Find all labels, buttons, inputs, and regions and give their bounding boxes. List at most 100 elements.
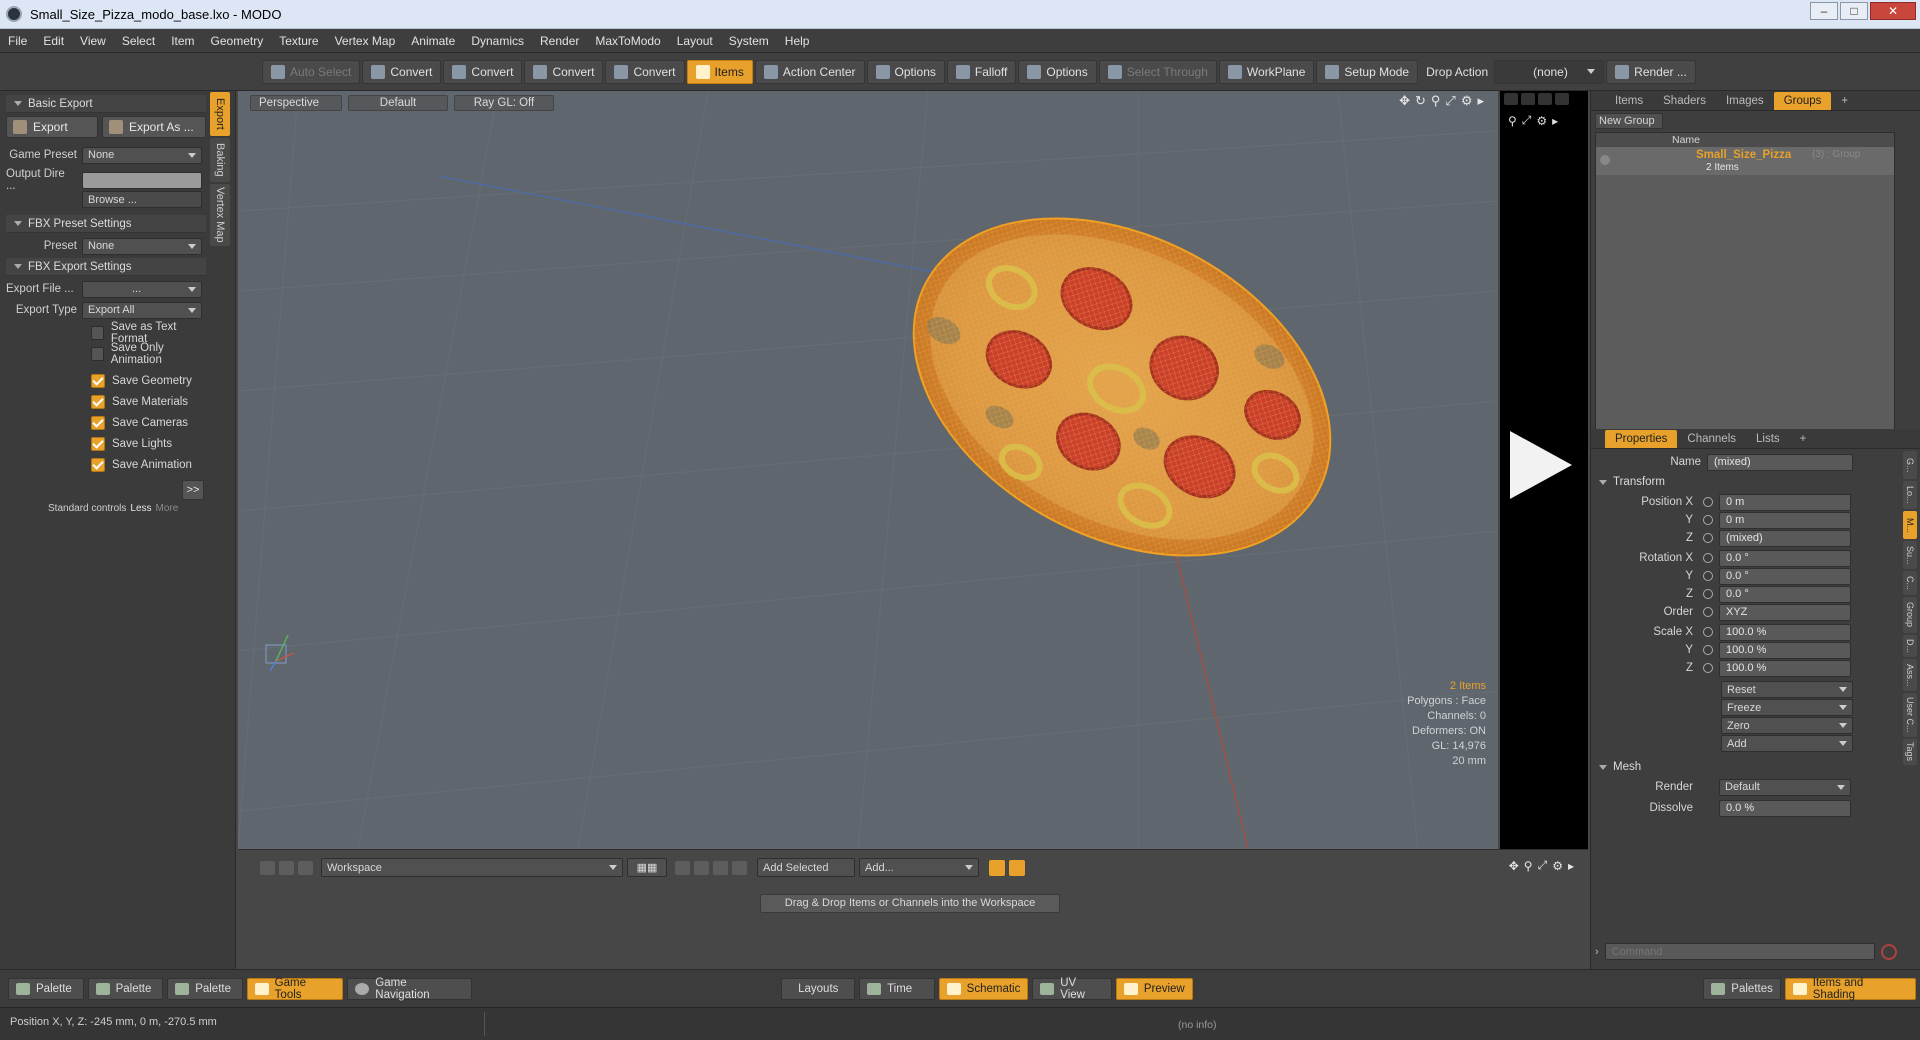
shading-style-select[interactable]: Default (348, 95, 448, 111)
pan-icon[interactable]: ✥ (1509, 859, 1519, 873)
palette-button-3[interactable]: Palette (167, 977, 243, 1000)
view-type-select[interactable]: Perspective (250, 95, 342, 111)
checkbox-checked[interactable] (91, 373, 105, 388)
side-tab-c[interactable]: C... (1903, 571, 1917, 595)
menu-view[interactable]: View (72, 34, 114, 48)
add-node-select[interactable]: Add... (859, 858, 979, 877)
menu-dynamics[interactable]: Dynamics (463, 34, 532, 48)
freeze-dropdown[interactable]: Freeze (1721, 699, 1853, 716)
menu-texture[interactable]: Texture (271, 34, 326, 48)
workspace-tool-icon[interactable] (298, 860, 313, 875)
gear-icon[interactable]: ⚙ (1552, 859, 1563, 873)
zero-dropdown[interactable]: Zero (1721, 717, 1853, 734)
reset-dropdown[interactable]: Reset (1721, 681, 1853, 698)
output-dir-field[interactable] (82, 171, 202, 189)
render-select[interactable]: Default (1719, 778, 1851, 796)
tab-channels[interactable]: Channels (1677, 430, 1746, 448)
more-link[interactable]: More (156, 503, 179, 514)
maximize-button[interactable]: □ (1840, 2, 1868, 20)
checkbox-checked[interactable] (91, 415, 105, 430)
checkbox-checked[interactable] (91, 457, 105, 472)
menu-animate[interactable]: Animate (403, 34, 463, 48)
mesh-section[interactable]: Mesh (1591, 758, 1920, 776)
arrow-down-icon[interactable] (732, 860, 747, 875)
preview-control-icon[interactable] (1538, 93, 1552, 105)
layouts-button[interactable]: Layouts (781, 977, 856, 1000)
play-icon[interactable] (1510, 431, 1572, 499)
pizza-mesh[interactable] (856, 150, 1389, 623)
export-file-select[interactable]: ... (82, 280, 202, 298)
workspace-tool-icon[interactable] (279, 860, 294, 875)
raygl-toggle[interactable]: Ray GL: Off (454, 95, 554, 111)
basic-export-header[interactable]: Basic Export (6, 95, 206, 113)
uv-view-button[interactable]: UV View (1032, 977, 1112, 1001)
save-text-format-option[interactable]: Save as Text Format (6, 321, 206, 345)
preview-button[interactable]: Preview (1115, 977, 1193, 1000)
eye-icon[interactable] (1600, 155, 1610, 165)
workspace-select[interactable]: Workspace (321, 858, 623, 877)
position-x-field[interactable]: 0 m (1719, 493, 1851, 511)
drop-action-select[interactable]: (none) (1494, 59, 1605, 84)
schematic-workspace[interactable]: Workspace ▦▦ Add Selected Add... ✥ ⚲ ⤢ ⚙… (238, 849, 1588, 969)
save-animation-option[interactable]: Save Animation (6, 454, 206, 475)
close-button[interactable]: ✕ (1870, 2, 1916, 20)
fbx-preset-settings-header[interactable]: FBX Preset Settings (6, 215, 206, 233)
fbx-export-settings-header[interactable]: FBX Export Settings (6, 258, 206, 276)
game-navigation-button[interactable]: Game Navigation (347, 977, 472, 1001)
3d-viewport[interactable]: Perspective Default Ray GL: Off ✥ ↻ ⚲ ⤢ … (238, 91, 1498, 849)
gear-icon[interactable]: ⚙ (1461, 93, 1473, 109)
add-tab-icon[interactable]: + (1790, 430, 1817, 448)
menu-edit[interactable]: Edit (35, 34, 72, 48)
less-link[interactable]: Less (130, 503, 151, 514)
tab-images[interactable]: Images (1716, 92, 1774, 110)
rotate-icon[interactable]: ↻ (1415, 93, 1426, 109)
new-group-button[interactable]: New Group (1595, 113, 1663, 129)
dissolve-field[interactable]: 0.0 % (1719, 799, 1851, 817)
setup-mode-button[interactable]: Setup Mode (1316, 59, 1419, 84)
zoom-icon[interactable]: ⚲ (1431, 93, 1441, 109)
menu-geometry[interactable]: Geometry (203, 34, 272, 48)
menu-render[interactable]: Render (532, 34, 587, 48)
menu-system[interactable]: System (721, 34, 777, 48)
side-tab-su[interactable]: Su... (1903, 541, 1917, 569)
rotation-z-field[interactable]: 0.0 ° (1719, 585, 1851, 603)
position-z-field[interactable]: (mixed) (1719, 529, 1851, 547)
scale-z-field[interactable]: 100.0 % (1719, 659, 1851, 677)
grid-layout-icon[interactable]: ▦▦ (627, 858, 667, 877)
convert-button-3[interactable]: Convert (524, 59, 604, 84)
command-input[interactable] (1604, 943, 1875, 960)
tab-lists[interactable]: Lists (1746, 430, 1790, 448)
convert-button-2[interactable]: Convert (443, 59, 523, 84)
groups-list[interactable]: Name Small_Size_Pizza (3) : Group 2 Item… (1595, 132, 1895, 448)
time-button[interactable]: Time (859, 977, 935, 1000)
side-tab-m[interactable]: M... (1903, 511, 1917, 539)
export-button[interactable]: Export (6, 116, 98, 138)
workplane-button[interactable]: WorkPlane (1218, 59, 1315, 84)
save-lights-option[interactable]: Save Lights (6, 433, 206, 454)
checkbox-checked[interactable] (91, 394, 105, 409)
tab-baking[interactable]: Baking (210, 138, 230, 182)
tab-groups[interactable]: Groups (1773, 91, 1832, 110)
preview-panel[interactable]: ⚲ ⤢ ⚙ ▸ (1500, 91, 1588, 849)
checkbox[interactable] (91, 325, 104, 340)
palettes-button[interactable]: Palettes (1703, 977, 1781, 1000)
side-tab-lo[interactable]: Lo... (1903, 481, 1917, 509)
menu-maxtomodo[interactable]: MaxToModo (587, 34, 668, 48)
add-dropdown[interactable]: Add (1721, 735, 1853, 752)
options-button-2[interactable]: Options (1018, 59, 1097, 84)
group-row[interactable]: Small_Size_Pizza (3) : Group 2 Items (1596, 147, 1894, 175)
game-tools-button[interactable]: Game Tools (246, 977, 344, 1001)
rotation-x-field[interactable]: 0.0 ° (1719, 549, 1851, 567)
save-geometry-option[interactable]: Save Geometry (6, 370, 206, 391)
game-preset-select[interactable]: None (82, 146, 202, 164)
order-select[interactable]: XYZ (1719, 603, 1851, 621)
gear-icon[interactable]: ⚙ (1536, 114, 1547, 128)
tab-vertex-map[interactable]: Vertex Map (210, 184, 230, 246)
menu-item[interactable]: Item (163, 34, 202, 48)
select-through-button[interactable]: Select Through (1098, 59, 1217, 84)
position-y-field[interactable]: 0 m (1719, 511, 1851, 529)
side-tab-d[interactable]: D... (1903, 635, 1917, 657)
side-tab-g[interactable]: G... (1903, 451, 1917, 479)
preview-control-icon[interactable] (1555, 93, 1569, 105)
tab-properties[interactable]: Properties (1605, 429, 1678, 448)
